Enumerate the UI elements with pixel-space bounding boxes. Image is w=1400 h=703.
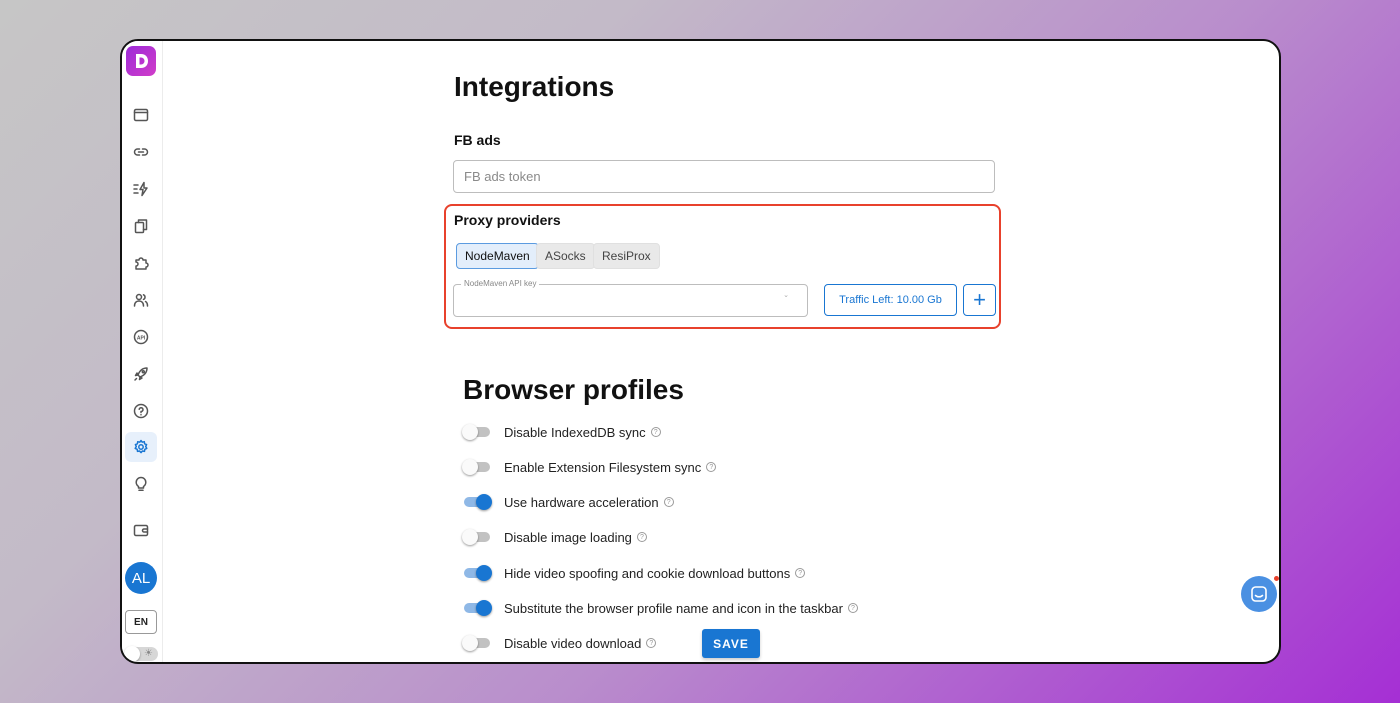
disable-indexeddb-switch[interactable] bbox=[462, 424, 492, 440]
traffic-left-button[interactable]: Traffic Left: 10.00 Gb bbox=[824, 284, 957, 316]
save-button[interactable]: SAVE bbox=[702, 629, 760, 658]
svg-text:API: API bbox=[137, 335, 146, 341]
toggle-row-hide-video-spoofing: Hide video spoofing and cookie download … bbox=[462, 563, 806, 583]
toggle-label: Enable Extension Filesystem sync bbox=[504, 459, 702, 475]
proxy-providers-label: Proxy providers bbox=[454, 212, 561, 228]
toggle-label: Use hardware acceleration bbox=[504, 494, 659, 510]
chat-support-button[interactable] bbox=[1241, 575, 1279, 612]
help-icon[interactable]: ? bbox=[646, 638, 657, 648]
puzzle-icon[interactable] bbox=[125, 248, 157, 278]
help-icon[interactable]: ? bbox=[706, 462, 717, 472]
toggle-label: Disable video download bbox=[504, 635, 642, 651]
app-window: API AL EN ☀ Integrations FB ads Proxy pr… bbox=[120, 39, 1281, 664]
help-circle-icon[interactable] bbox=[125, 396, 157, 426]
copy-icon[interactable] bbox=[125, 211, 157, 241]
gear-icon[interactable] bbox=[125, 432, 157, 462]
notification-dot bbox=[1273, 575, 1279, 582]
hide-video-spoofing-switch[interactable] bbox=[462, 565, 492, 581]
disable-image-loading-switch[interactable] bbox=[462, 529, 492, 545]
toggle-label: Disable IndexedDB sync bbox=[504, 424, 646, 440]
help-icon[interactable]: ? bbox=[636, 532, 647, 542]
tab-asocks[interactable]: ASocks bbox=[536, 243, 595, 269]
tab-nodemaven[interactable]: NodeMaven bbox=[456, 243, 539, 269]
toggle-row-video-download: Disable video download ? bbox=[462, 633, 657, 653]
toggle-row-taskbar-substitute: Substitute the browser profile name and … bbox=[462, 598, 858, 618]
field-mark-icon: ⌄ bbox=[783, 292, 789, 299]
toggle-row-extension-fs: Enable Extension Filesystem sync ? bbox=[462, 457, 717, 477]
toggle-row-hardware-accel: Use hardware acceleration ? bbox=[462, 492, 674, 512]
users-icon[interactable] bbox=[125, 285, 157, 315]
language-button[interactable]: EN bbox=[125, 610, 157, 634]
hardware-acceleration-switch[interactable] bbox=[462, 494, 492, 510]
help-icon[interactable]: ? bbox=[650, 427, 661, 437]
tab-resiprox[interactable]: ResiProx bbox=[593, 243, 660, 269]
automation-icon[interactable] bbox=[125, 174, 157, 204]
sidebar: API AL EN ☀ bbox=[122, 41, 163, 662]
sun-icon: ☀ bbox=[144, 648, 153, 659]
toggle-label: Substitute the browser profile name and … bbox=[504, 600, 843, 616]
theme-toggle-knob bbox=[124, 646, 140, 662]
toggle-label: Disable image loading bbox=[504, 529, 632, 545]
browser-window-icon[interactable] bbox=[125, 100, 157, 130]
nodemaven-api-key-input[interactable]: NodeMaven API key ⌄ bbox=[453, 279, 808, 317]
help-icon[interactable]: ? bbox=[847, 603, 858, 613]
theme-toggle[interactable]: ☀ bbox=[124, 646, 158, 662]
toggle-row-indexeddb: Disable IndexedDB sync ? bbox=[462, 422, 661, 442]
extension-filesystem-switch[interactable] bbox=[462, 459, 492, 475]
fb-ads-token-input[interactable] bbox=[453, 160, 995, 193]
integrations-title: Integrations bbox=[454, 71, 615, 102]
taskbar-substitute-switch[interactable] bbox=[462, 600, 492, 616]
chat-icon bbox=[1251, 586, 1267, 602]
api-icon[interactable]: API bbox=[125, 322, 157, 352]
wallet-icon[interactable] bbox=[125, 515, 157, 545]
help-icon[interactable]: ? bbox=[795, 568, 806, 578]
fb-ads-label: FB ads bbox=[454, 132, 501, 148]
disable-video-download-switch[interactable] bbox=[462, 635, 492, 651]
help-icon[interactable]: ? bbox=[663, 497, 674, 507]
browser-profiles-title: Browser profiles bbox=[463, 374, 684, 405]
toggle-row-image-loading: Disable image loading ? bbox=[462, 527, 647, 547]
rocket-icon[interactable] bbox=[125, 359, 157, 389]
lightbulb-icon[interactable] bbox=[125, 469, 157, 499]
add-proxy-button[interactable]: + bbox=[963, 284, 996, 316]
link-icon[interactable] bbox=[125, 137, 157, 167]
api-key-field-label: NodeMaven API key bbox=[461, 279, 540, 289]
toggle-label: Hide video spoofing and cookie download … bbox=[504, 565, 791, 581]
avatar[interactable]: AL bbox=[125, 562, 157, 594]
dolphin-logo-icon[interactable] bbox=[126, 46, 156, 76]
